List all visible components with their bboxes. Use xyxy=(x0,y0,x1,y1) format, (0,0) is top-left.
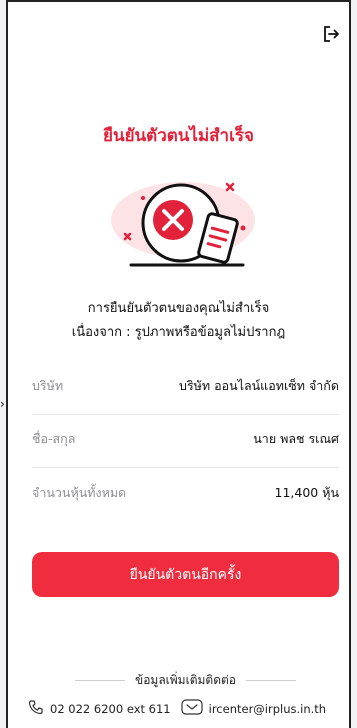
divider xyxy=(75,680,125,681)
logout-icon[interactable] xyxy=(321,24,341,44)
mail-icon xyxy=(181,699,203,718)
side-chevron-icon: › xyxy=(0,397,5,411)
more-info-heading: ข้อมูลเพิ่มเติมติดต่อ xyxy=(32,671,339,690)
contact-info: 02 022 6200 ext 611 ircenter@irplus.in.t… xyxy=(28,699,343,718)
verification-failed-illustration xyxy=(103,168,263,278)
failure-message-line-2: เนื่องจาก : รูปภาพหรือข้อมูลไม่ปรากฎ xyxy=(71,325,286,340)
email-contact[interactable]: ircenter@irplus.in.th xyxy=(181,699,326,718)
divider xyxy=(246,680,296,681)
retry-verification-button[interactable]: ยืนยันตัวตนอีกครั้ง xyxy=(32,552,339,597)
detail-value: นาย พลช รเณศ xyxy=(253,431,339,446)
phone-number: 02 022 6200 ext 611 xyxy=(50,701,171,716)
detail-row-shares: จำนวนหุ้นทั้งหมด 11,400 หุ้น xyxy=(32,481,339,505)
email-address: ircenter@irplus.in.th xyxy=(208,701,327,716)
detail-value: 11,400 หุ้น xyxy=(274,485,340,500)
phone-icon xyxy=(28,699,44,718)
detail-row-name: ชื่อ-สกุล นาย พลช รเณศ xyxy=(32,427,339,451)
detail-label: จำนวนหุ้นทั้งหมด xyxy=(32,485,127,500)
divider xyxy=(32,414,339,415)
detail-value: บริษัท ออนไลน์แอทเซ็ท จำกัด xyxy=(179,378,339,393)
detail-row-company: บริษัท บริษัท ออนไลน์แอทเซ็ท จำกัด xyxy=(32,374,339,398)
failure-message: การยืนยันตัวตนของคุณไม่สำเร็จ เนื่องจาก … xyxy=(18,297,339,345)
phone-frame: ยืนยันตัวตนไม่สำเร็จ การยืนยันตัวตนของคุ… xyxy=(6,0,351,728)
failure-message-line-1: การยืนยันตัวตนของคุณไม่สำเร็จ xyxy=(87,301,270,316)
phone-contact[interactable]: 02 022 6200 ext 611 xyxy=(28,699,171,718)
more-info-label: ข้อมูลเพิ่มเติมติดต่อ xyxy=(135,673,236,687)
detail-label: ชื่อ-สกุล xyxy=(32,431,76,446)
divider xyxy=(32,467,339,468)
detail-label: บริษัท xyxy=(32,378,64,393)
page-title: ยืนยันตัวตนไม่สำเร็จ xyxy=(103,126,254,146)
